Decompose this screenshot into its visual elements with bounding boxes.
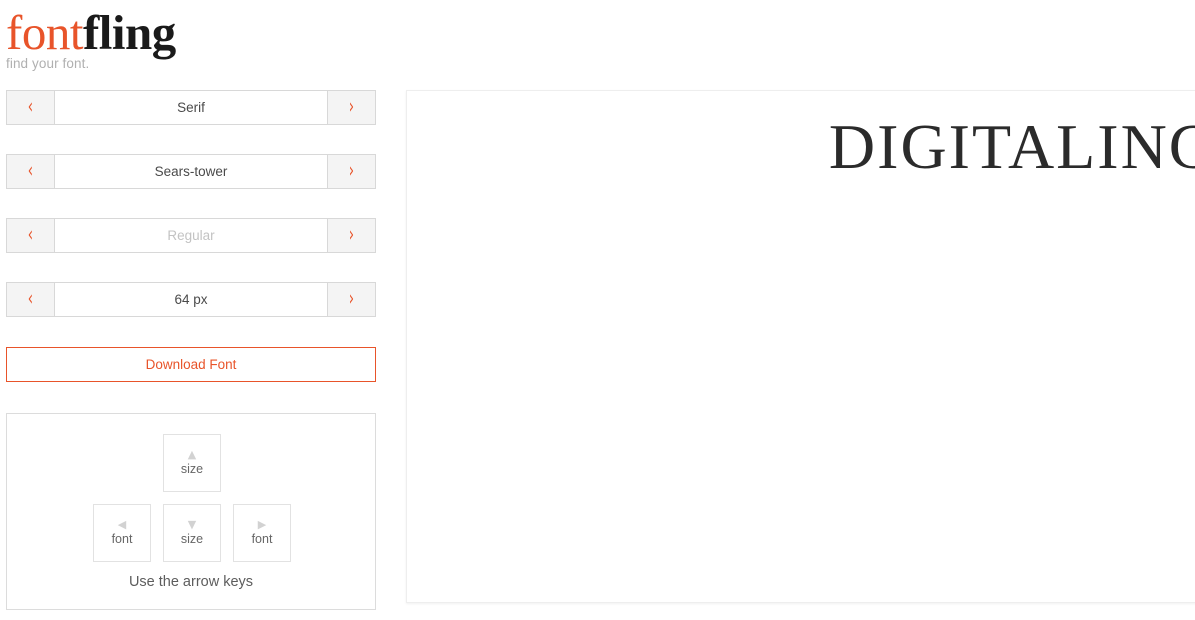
chevron-right-icon: ›: [348, 223, 355, 247]
size-next-button[interactable]: ›: [327, 283, 375, 316]
style-value[interactable]: Regular: [55, 219, 327, 252]
key-arrow-down-label: size: [180, 531, 204, 546]
category-selector: ‹ Serif ›: [6, 90, 376, 125]
chevron-left-icon: ‹: [27, 159, 34, 183]
font-preview-panel: DIGITALING: [406, 90, 1195, 603]
brand-logo: fontfling find your font.: [6, 8, 376, 78]
fontfling-app: fontfling find your font. ‹ Serif › ‹ Se…: [0, 0, 1195, 620]
arrow-down-icon: ▼: [187, 517, 197, 531]
key-arrow-up-label: size: [180, 461, 204, 476]
logo-wordmark: fontfling: [6, 8, 376, 58]
font-value[interactable]: Sears-tower: [55, 155, 327, 188]
logo-word-font: font: [6, 5, 83, 60]
arrow-right-icon: ▶: [257, 517, 267, 531]
key-arrow-left-label: font: [111, 531, 133, 546]
font-preview-text[interactable]: DIGITALING: [407, 109, 1195, 185]
keyboard-hint-panel: ▲ size ◀ font ▼ size ▶ font Use the arro…: [6, 413, 376, 610]
style-prev-button[interactable]: ‹: [7, 219, 55, 252]
size-selector: ‹ 64 px ›: [6, 282, 376, 317]
chevron-left-icon: ‹: [27, 223, 34, 247]
download-font-button[interactable]: Download Font: [6, 347, 376, 382]
key-arrow-right[interactable]: ▶ font: [233, 504, 291, 562]
arrow-up-icon: ▲: [187, 447, 197, 461]
key-arrow-down[interactable]: ▼ size: [163, 504, 221, 562]
chevron-left-icon: ‹: [27, 287, 34, 311]
font-selector: ‹ Sears-tower ›: [6, 154, 376, 189]
font-prev-button[interactable]: ‹: [7, 155, 55, 188]
chevron-left-icon: ‹: [27, 95, 34, 119]
arrow-left-icon: ◀: [117, 517, 127, 531]
font-next-button[interactable]: ›: [327, 155, 375, 188]
category-prev-button[interactable]: ‹: [7, 91, 55, 124]
key-arrow-up[interactable]: ▲ size: [163, 434, 221, 492]
logo-word-fling: fling: [82, 5, 176, 60]
sidebar: fontfling find your font. ‹ Serif › ‹ Se…: [6, 0, 376, 620]
size-value[interactable]: 64 px: [55, 283, 327, 316]
key-arrow-left[interactable]: ◀ font: [93, 504, 151, 562]
chevron-right-icon: ›: [348, 287, 355, 311]
brand-tagline: find your font.: [6, 56, 90, 71]
keyboard-hint-caption: Use the arrow keys: [128, 574, 254, 590]
style-selector: ‹ Regular ›: [6, 218, 376, 253]
size-prev-button[interactable]: ‹: [7, 283, 55, 316]
key-arrow-right-label: font: [251, 531, 273, 546]
arrow-key-cluster: ▲ size ◀ font ▼ size ▶ font: [7, 414, 375, 562]
chevron-right-icon: ›: [348, 159, 355, 183]
chevron-right-icon: ›: [348, 95, 355, 119]
style-next-button[interactable]: ›: [327, 219, 375, 252]
category-next-button[interactable]: ›: [327, 91, 375, 124]
category-value[interactable]: Serif: [55, 91, 327, 124]
